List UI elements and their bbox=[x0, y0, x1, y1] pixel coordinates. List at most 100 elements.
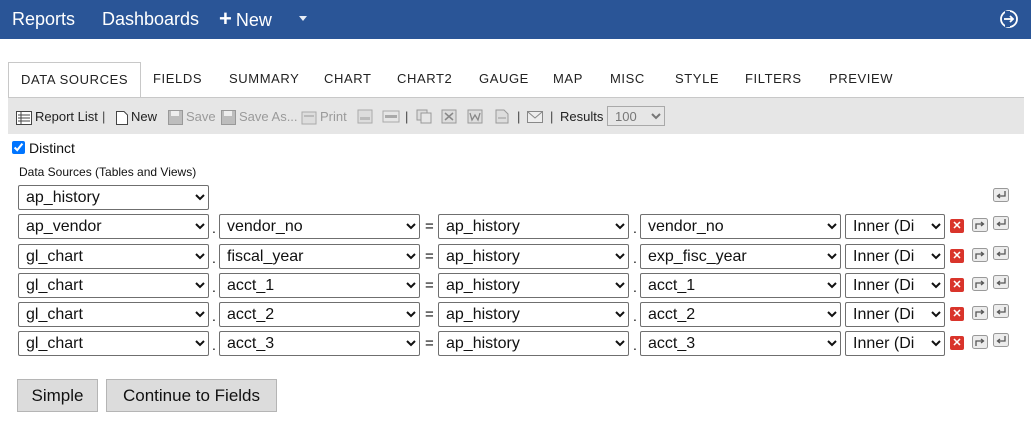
move-up-icon[interactable] bbox=[972, 335, 988, 349]
excel-icon[interactable] bbox=[441, 109, 457, 124]
continue-to-fields-button[interactable]: Continue to Fields bbox=[106, 379, 277, 412]
nav-dashboards-link[interactable]: Dashboards bbox=[102, 0, 199, 39]
distinct-option[interactable]: Distinct bbox=[12, 139, 75, 157]
copy-icon[interactable] bbox=[416, 109, 432, 124]
nav-new-button[interactable]: + New bbox=[219, 0, 272, 39]
join-left-field-select[interactable]: acct_3 bbox=[219, 331, 420, 356]
delete-icon[interactable]: ✕ bbox=[950, 307, 964, 321]
join-left-table-select[interactable]: gl_chart bbox=[18, 302, 209, 327]
join-right-field-select[interactable]: exp_fisc_year bbox=[640, 244, 841, 269]
dot-separator: . bbox=[212, 220, 216, 236]
print-button[interactable]: Print bbox=[301, 98, 347, 135]
toolbar-separator: | bbox=[405, 109, 409, 124]
join-type-select[interactable]: Inner (Di bbox=[845, 302, 945, 327]
tab-chart2[interactable]: CHART2 bbox=[397, 62, 452, 96]
dot-separator: . bbox=[212, 308, 216, 324]
save-as-button[interactable]: Save As... bbox=[221, 98, 298, 135]
dot-separator: . bbox=[212, 250, 216, 266]
csv-icon[interactable] bbox=[495, 109, 509, 124]
dot-separator: . bbox=[633, 337, 637, 353]
move-down-icon[interactable] bbox=[993, 304, 1009, 318]
word-icon[interactable] bbox=[467, 109, 483, 124]
nav-new-label: New bbox=[235, 10, 272, 30]
move-up-icon[interactable] bbox=[972, 248, 988, 262]
tab-map[interactable]: MAP bbox=[553, 62, 583, 96]
plus-icon: + bbox=[219, 6, 232, 31]
tab-style[interactable]: STYLE bbox=[675, 62, 719, 96]
logout-icon[interactable] bbox=[999, 9, 1019, 29]
join-right-table-select[interactable]: ap_history bbox=[438, 331, 629, 356]
simple-button[interactable]: Simple bbox=[17, 379, 98, 412]
nav-reports-link[interactable]: Reports bbox=[12, 0, 75, 39]
save-button[interactable]: Save bbox=[168, 98, 216, 135]
delete-icon[interactable]: ✕ bbox=[950, 278, 964, 292]
join-right-table-select[interactable]: ap_history bbox=[438, 273, 629, 298]
move-down-icon[interactable] bbox=[993, 275, 1009, 289]
move-down-icon[interactable] bbox=[993, 246, 1009, 260]
move-up-icon[interactable] bbox=[972, 306, 988, 320]
html-export-icon[interactable] bbox=[357, 109, 373, 124]
tab-preview[interactable]: PREVIEW bbox=[829, 62, 893, 96]
join-left-field-select[interactable]: fiscal_year bbox=[219, 244, 420, 269]
join-right-field-select[interactable]: acct_3 bbox=[640, 331, 841, 356]
join-left-table-select[interactable]: gl_chart bbox=[18, 244, 209, 269]
report-list-button[interactable]: Report List bbox=[16, 98, 98, 135]
join-left-field-select[interactable]: vendor_no bbox=[219, 214, 420, 239]
move-up-icon[interactable] bbox=[972, 277, 988, 291]
join-right-field-select[interactable]: vendor_no bbox=[640, 214, 841, 239]
data-sources-heading: Data Sources (Tables and Views) bbox=[19, 165, 197, 179]
join-type-select[interactable]: Inner (Di bbox=[845, 273, 945, 298]
delete-icon[interactable]: ✕ bbox=[950, 336, 964, 350]
equals-sign: = bbox=[425, 306, 434, 323]
equals-sign: = bbox=[425, 218, 434, 235]
email-icon[interactable] bbox=[527, 111, 543, 123]
new-report-button[interactable]: New bbox=[116, 98, 157, 135]
join-left-field-select[interactable]: acct_2 bbox=[219, 302, 420, 327]
dot-separator: . bbox=[212, 337, 216, 353]
tab-summary[interactable]: SUMMARY bbox=[229, 62, 299, 96]
toolbar-separator: | bbox=[102, 109, 106, 124]
join-left-field-select[interactable]: acct_1 bbox=[219, 273, 420, 298]
delete-icon[interactable]: ✕ bbox=[950, 249, 964, 263]
dot-separator: . bbox=[633, 220, 637, 236]
join-left-table-select[interactable]: ap_vendor bbox=[18, 214, 209, 239]
report-list-label: Report List bbox=[35, 109, 98, 124]
dot-separator: . bbox=[633, 308, 637, 324]
save-as-label: Save As... bbox=[239, 109, 298, 124]
tab-filters[interactable]: FILTERS bbox=[745, 62, 802, 96]
distinct-checkbox[interactable] bbox=[12, 141, 25, 154]
move-up-icon[interactable] bbox=[972, 218, 988, 232]
move-down-icon[interactable] bbox=[993, 333, 1009, 347]
join-right-table-select[interactable]: ap_history bbox=[438, 214, 629, 239]
results-count-select[interactable]: 100 bbox=[607, 106, 665, 126]
chevron-down-icon[interactable] bbox=[299, 16, 307, 21]
tab-chart[interactable]: CHART bbox=[324, 62, 372, 96]
move-down-icon[interactable] bbox=[993, 216, 1009, 230]
join-type-select[interactable]: Inner (Di bbox=[845, 244, 945, 269]
equals-sign: = bbox=[425, 277, 434, 294]
equals-sign: = bbox=[425, 248, 434, 265]
delete-icon[interactable]: ✕ bbox=[950, 219, 964, 233]
join-left-table-select[interactable]: gl_chart bbox=[18, 273, 209, 298]
save-as-icon bbox=[221, 110, 236, 126]
join-type-select[interactable]: Inner (Di bbox=[845, 331, 945, 356]
tab-gauge[interactable]: GAUGE bbox=[479, 62, 529, 96]
join-right-table-select[interactable]: ap_history bbox=[438, 302, 629, 327]
primary-source-select[interactable]: ap_history bbox=[18, 185, 209, 210]
distinct-label: Distinct bbox=[29, 140, 75, 156]
join-right-field-select[interactable]: acct_2 bbox=[640, 302, 841, 327]
top-nav-bar: Reports Dashboards + New bbox=[0, 0, 1031, 39]
join-left-table-select[interactable]: gl_chart bbox=[18, 331, 209, 356]
sql-icon[interactable] bbox=[382, 109, 400, 124]
save-icon bbox=[168, 110, 183, 126]
tab-fields[interactable]: FIELDS bbox=[153, 62, 202, 96]
print-label: Print bbox=[320, 109, 347, 124]
dot-separator: . bbox=[212, 279, 216, 295]
join-type-select[interactable]: Inner (Di bbox=[845, 214, 945, 239]
tab-data-sources[interactable]: DATA SOURCES bbox=[8, 62, 142, 97]
join-right-table-select[interactable]: ap_history bbox=[438, 244, 629, 269]
move-down-icon[interactable] bbox=[993, 188, 1009, 202]
join-right-field-select[interactable]: acct_1 bbox=[640, 273, 841, 298]
list-icon bbox=[16, 110, 32, 125]
tab-misc[interactable]: MISC bbox=[610, 62, 645, 96]
